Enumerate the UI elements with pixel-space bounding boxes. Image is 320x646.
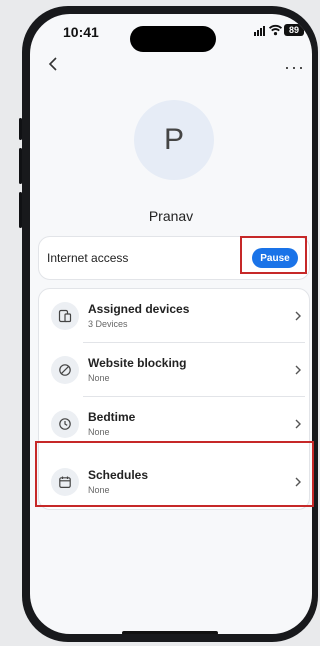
schedules-row-highlight bbox=[35, 441, 314, 507]
row-title: Bedtime bbox=[88, 410, 136, 424]
row-subtitle: 3 Devices bbox=[88, 319, 128, 329]
status-bar: 10:41 89 bbox=[30, 14, 312, 54]
battery-level: 89 bbox=[288, 25, 299, 35]
settings-row-assigned-devices[interactable]: Assigned devices 3 Devices bbox=[39, 289, 309, 343]
home-indicator bbox=[122, 631, 218, 634]
internet-access-label: Internet access bbox=[47, 251, 129, 265]
profile-name: Pranav bbox=[148, 208, 194, 224]
row-title: Assigned devices bbox=[88, 302, 190, 316]
battery-icon: 89 bbox=[284, 24, 304, 36]
block-icon bbox=[51, 356, 79, 384]
wifi-icon bbox=[269, 24, 282, 36]
devices-icon bbox=[51, 302, 79, 330]
avatar: P bbox=[134, 100, 214, 180]
back-arrow-icon[interactable] bbox=[46, 56, 62, 72]
phone-screen: 10:41 89 ··· P Pranav Internet access Pa… bbox=[30, 14, 312, 634]
clock-icon bbox=[51, 410, 79, 438]
row-subtitle: None bbox=[88, 427, 110, 437]
signal-icon bbox=[254, 26, 265, 36]
chevron-right-icon bbox=[295, 419, 301, 429]
row-subtitle: None bbox=[88, 373, 110, 383]
pause-button-highlight bbox=[240, 236, 307, 274]
status-time: 10:41 bbox=[63, 24, 99, 40]
settings-row-website-blocking[interactable]: Website blocking None bbox=[39, 343, 309, 397]
row-title: Website blocking bbox=[88, 356, 187, 370]
chevron-right-icon bbox=[295, 365, 301, 375]
chevron-right-icon bbox=[295, 311, 301, 321]
dynamic-island bbox=[130, 26, 216, 52]
avatar-initial: P bbox=[163, 123, 184, 156]
